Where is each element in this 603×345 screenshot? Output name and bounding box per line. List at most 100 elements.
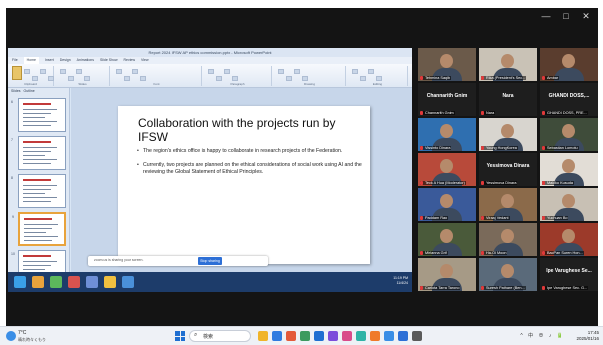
participant-tile[interactable]: Sebastian Lomotu [540,118,598,151]
ribbon-button[interactable] [302,76,308,81]
taskbar-app-icon[interactable] [272,331,282,341]
thumbnail-line [24,232,46,233]
participant-tile[interactable]: Viraaj Vedant [479,188,537,221]
minimize-button[interactable]: — [536,8,556,24]
slide-thumbnail[interactable]: 7 [11,136,66,170]
ribbon: Clipboard Slides Font Paragraph Drawing Editi… [8,64,412,88]
shared-taskbar-app-icon [68,276,80,288]
ribbon-tab-file[interactable]: File [12,57,18,64]
ribbon-tab-home[interactable]: Home [23,57,39,64]
taskbar-search-input[interactable]: ⌕ 検索 [189,330,251,342]
stop-sharing-button[interactable]: Stop sharing [198,257,222,265]
ribbon-button[interactable] [24,69,30,74]
ribbon-button[interactable] [232,76,238,81]
taskbar-app-icon[interactable] [342,331,352,341]
slide[interactable]: Collaboration with the projects run by I… [118,106,370,264]
participant-tile[interactable]: Young HongKorea [479,118,537,151]
participant-video [501,194,514,208]
taskbar-app-icon[interactable] [370,331,380,341]
ribbon-tab-design[interactable]: Design [60,57,71,64]
close-button[interactable]: ✕ [576,8,596,24]
windows-start-icon[interactable] [175,331,185,341]
bullet-item: Currently, two projects are planned on t… [137,162,362,176]
thumbnail-line [23,189,51,190]
clock-date: 2025/01/16 [576,336,599,341]
ribbon-button[interactable] [352,69,358,74]
participant-name: BacPan Suren Hon... [542,251,584,255]
tab-slides[interactable]: Slides [11,88,21,95]
slide-thumbnail[interactable]: 6 [11,98,66,132]
slide-thumbnail[interactable]: 9 [12,212,66,246]
participant-tile[interactable]: Paddam Rao [418,188,476,221]
maximize-button[interactable]: □ [556,8,576,24]
participant-tile[interactable]: Ambar [540,48,598,81]
ribbon-button[interactable] [278,69,284,74]
participant-name: Viraaj Vedant [481,216,510,220]
participant-tile[interactable]: Yuchuan Bo [540,188,598,221]
ribbon-button[interactable] [216,76,222,81]
participant-tile[interactable]: GHANDI DOSS,... GHANDI DOSS, PRE... [540,83,598,116]
ribbon-button[interactable] [140,76,146,81]
ribbon-tab-insert[interactable]: Insert [45,57,54,64]
ribbon-button[interactable] [116,69,122,74]
taskbar-app-icon[interactable] [356,331,366,341]
muted-mic-icon [481,111,484,115]
participant-tile[interactable]: Teck A Hua (Moderator) [418,153,476,186]
ribbon-button[interactable] [40,69,46,74]
taskbar-app-icon[interactable] [286,331,296,341]
taskbar-app-icon[interactable] [398,331,408,341]
taskbar-app-icon[interactable] [314,331,324,341]
participant-tile[interactable]: Rika (President's Sec... [479,48,537,81]
ribbon-button[interactable] [68,76,74,81]
system-tray[interactable]: ^ 中 ⊕ ♪ 🔋 [520,332,565,339]
ribbon-button[interactable] [294,69,300,74]
thumbnail-line [23,117,45,118]
ribbon-button[interactable] [368,69,374,74]
taskbar-clock[interactable]: 17:45 2025/01/16 [567,330,599,342]
tab-outline[interactable]: Outline [24,88,35,95]
ribbon-button[interactable] [84,76,90,81]
participant-tile[interactable]: Makiko Kusuda [540,153,598,186]
weather-icon[interactable] [6,331,16,341]
thumbnail-line [23,193,45,194]
taskbar-app-icon[interactable] [258,331,268,341]
participant-tile[interactable]: Channarith Gnim Channarith Gnim [418,83,476,116]
participant-tile[interactable]: Mirlanna Grif [418,223,476,256]
taskbar-app-icon[interactable] [412,331,422,341]
taskbar-app-icon[interactable] [384,331,394,341]
ribbon-tab-slide-show[interactable]: Slide Show [100,57,118,64]
slide-thumbnail[interactable]: 8 [11,174,66,208]
ribbon-button[interactable] [32,76,38,81]
ribbon-button[interactable] [224,69,230,74]
ribbon-tab-view[interactable]: View [141,57,149,64]
participant-tile[interactable]: BacPan Suren Hon... [540,223,598,256]
ribbon-tabs: File Home Insert Design Animations Slide Show… [8,57,412,64]
taskbar-app-icon[interactable] [300,331,310,341]
taskbar-app-icon[interactable] [328,331,338,341]
ribbon-tab-animations[interactable]: Animations [77,57,94,64]
participant-video [440,264,453,278]
slide-number: 6 [11,100,13,104]
ribbon-button[interactable] [76,69,82,74]
ribbon-button[interactable] [60,69,66,74]
share-status-text: zoom.us is sharing your screen. [94,258,144,262]
ribbon-button[interactable] [48,76,54,81]
ribbon-tab-review[interactable]: Review [124,57,135,64]
ribbon-button[interactable] [124,76,130,81]
participant-tile[interactable]: Ha-Ol Moon [479,223,537,256]
ribbon-group-editing: Editing [348,66,408,86]
participant-tile[interactable]: Carlota Tarra Tarono [418,258,476,291]
participant-tile[interactable]: Vissinto Dinara [418,118,476,151]
participant-tile[interactable]: Ipe Varughese Se... Ipe Varughese Sec. G.… [540,258,598,291]
participant-tile[interactable]: Suresh Pathare (Ben... [479,258,537,291]
participant-tile[interactable]: Nara Nara [479,83,537,116]
participant-tile[interactable]: Tehmina Saqib [418,48,476,81]
ribbon-button[interactable] [360,76,366,81]
ribbon-button[interactable] [286,76,292,81]
participant-tile[interactable]: Yessimova Dinara Yessimova Dinara [479,153,537,186]
thumbnail-line [23,151,51,152]
participant-video [440,194,453,208]
ribbon-button[interactable] [208,69,214,74]
ribbon-button[interactable] [132,69,138,74]
ribbon-button[interactable] [376,76,382,81]
